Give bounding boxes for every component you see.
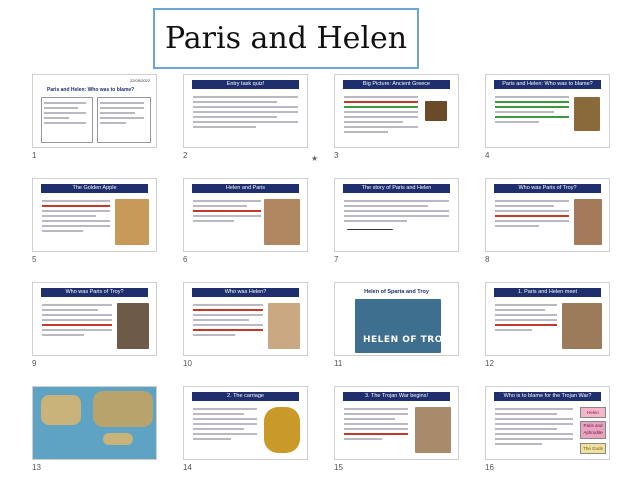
slide-number: 14 [183,463,192,472]
map-landmass [93,391,153,427]
slide-number: 11 [334,359,343,368]
slide-header: Who is to blame for the Trojan War? [494,392,601,401]
slide-10[interactable]: Who was Helen? [183,282,308,356]
slide-thumbnail-3[interactable]: Big Picture: Ancient Greece 3 [334,74,459,160]
slide-6[interactable]: Helen and Paris [183,178,308,252]
paris-portrait-image [117,303,149,349]
slide-3[interactable]: Big Picture: Ancient Greece [334,74,459,148]
gold-mask-image [264,407,300,453]
helen-and-paris-painting [264,199,300,245]
trojan-horse-image [574,97,600,131]
slide-header: Entry task quiz! [192,80,299,89]
slide-number: 9 [32,359,37,368]
slide-thumbnail-16[interactable]: Who is to blame for the Trojan War? Hele… [485,386,610,472]
slide-header: Helen of Sparta and Troy [364,289,429,295]
slide-number: 2 [183,151,188,160]
title-box: Paris and Helen [153,8,419,69]
slide-number: 15 [334,463,343,472]
blame-label-helen: Helen [580,407,606,418]
slide-15[interactable]: 3. The Trojan War begins! [334,386,459,460]
slide-header: Who was Helen? [192,288,299,297]
slide-number: 13 [32,463,41,472]
slide-number: 7 [334,255,339,264]
slide-header: 2. The carriage [192,392,299,401]
slide-header: The Golden Apple [41,184,148,193]
slide-number: 10 [183,359,192,368]
slide-thumbnail-5[interactable]: The Golden Apple 5 [32,178,157,264]
slide-number: 6 [183,255,188,264]
slide-14[interactable]: 2. The carriage [183,386,308,460]
map-landmass [41,395,81,425]
golden-apple-painting [115,199,149,245]
poster-banner: HELEN OF TROY [363,335,450,345]
slide-number: 12 [485,359,494,368]
slide-thumbnail-9[interactable]: Who was Paris of Troy? 9 [32,282,157,368]
slide-header: The story of Paris and Helen [343,184,450,193]
slide-thumbnail-12[interactable]: 1. Paris and Helen meet 12 [485,282,610,368]
slide-4[interactable]: Paris and Helen: Who was to blame? [485,74,610,148]
slide-thumbnail-6[interactable]: Helen and Paris 6 [183,178,308,264]
slide-7[interactable]: The story of Paris and Helen [334,178,459,252]
slide-1[interactable]: 22/05/2022 Paris and Helen: Who was to b… [32,74,157,148]
transition-star-icon: ★ [311,154,319,163]
slide-9[interactable]: Who was Paris of Troy? [32,282,157,356]
slide-thumbnail-7[interactable]: The story of Paris and Helen 7 [334,178,459,264]
slide-thumbnail-8[interactable]: Who was Paris of Troy? 8 [485,178,610,264]
timeline-arrow [347,229,393,240]
slide-thumbnail-4[interactable]: Paris and Helen: Who was to blame? 4 [485,74,610,160]
slide-header: Who was Paris of Troy? [494,184,601,193]
slide-thumbnail-2[interactable]: Entry task quiz! 2 ★ [183,74,318,163]
slide-thumbnail-11[interactable]: Helen of Sparta and Troy HELEN OF TROY 1… [334,282,459,368]
slide-8[interactable]: Who was Paris of Troy? [485,178,610,252]
slide-header: Paris and Helen: Who was to blame? [47,87,135,93]
slide-header: 1. Paris and Helen meet [494,288,601,297]
slide-header: Paris and Helen: Who was to blame? [494,80,601,89]
slide-13[interactable] [32,386,157,460]
slide-11[interactable]: Helen of Sparta and Troy HELEN OF TROY [334,282,459,356]
paris-statue-image [574,199,602,245]
slide-number: 16 [485,463,494,472]
slide-header: Who was Paris of Troy? [41,288,148,297]
slide-2[interactable]: Entry task quiz! [183,74,308,148]
slide-header: Helen and Paris [192,184,299,193]
trojan-horse-image [425,101,447,121]
blame-label-paris: Paris and Aphrodite [580,421,606,439]
helen-statue-image [268,303,300,349]
page-title: Paris and Helen [164,21,408,56]
map-landmass [103,433,133,445]
slide-header: Big Picture: Ancient Greece [343,80,450,89]
blame-label-gods: The Gods [580,443,606,454]
slide-12[interactable]: 1. Paris and Helen meet [485,282,610,356]
slide-number: 5 [32,255,37,264]
paris-and-helen-film-still [562,303,602,349]
slide-thumbnail-14[interactable]: 2. The carriage 14 [183,386,308,472]
slide-header: 3. The Trojan War begins! [343,392,450,401]
slide-number: 4 [485,151,490,160]
slide-thumbnail-1[interactable]: 22/05/2022 Paris and Helen: Who was to b… [32,74,157,160]
slide-5[interactable]: The Golden Apple [32,178,157,252]
slide-16[interactable]: Who is to blame for the Trojan War? Hele… [485,386,610,460]
slide-number: 8 [485,255,490,264]
trojan-war-image [415,407,451,453]
slide-number: 3 [334,151,339,160]
slide-date: 22/05/2022 [129,78,150,83]
slide-thumbnail-15[interactable]: 3. The Trojan War begins! 15 [334,386,459,472]
slide-thumbnail-10[interactable]: Who was Helen? 10 [183,282,308,368]
slide-number: 1 [32,151,37,160]
slide-thumbnail-13[interactable]: 13 [32,386,157,472]
